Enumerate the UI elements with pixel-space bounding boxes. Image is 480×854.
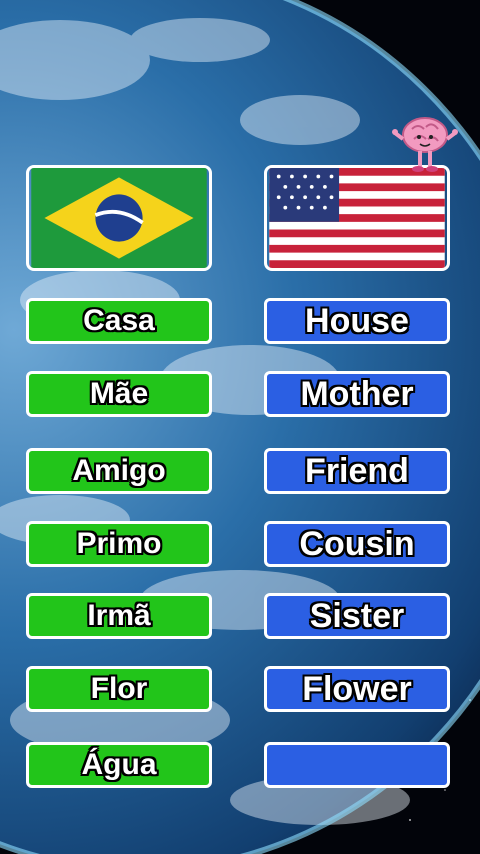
word-label: Cousin: [299, 524, 415, 563]
brain-mascot-icon: [392, 117, 458, 172]
word-box-english[interactable]: Flower: [264, 666, 450, 712]
word-label: Flower: [302, 669, 412, 708]
word-box-english[interactable]: Friend: [264, 448, 450, 494]
word-box-portuguese[interactable]: Mãe: [26, 371, 212, 417]
word-box-portuguese[interactable]: Irmã: [26, 593, 212, 639]
word-box-portuguese[interactable]: Flor: [26, 666, 212, 712]
word-box-portuguese[interactable]: Primo: [26, 521, 212, 567]
word-label: Friend: [305, 451, 409, 490]
word-label: Sister: [309, 596, 405, 635]
usa-flag-icon: [269, 168, 445, 268]
word-box-english[interactable]: Cousin: [264, 521, 450, 567]
word-label: Amigo: [72, 454, 166, 487]
word-label: Mother: [300, 374, 414, 413]
brazil-flag-icon: [31, 168, 207, 268]
word-box-english[interactable]: House: [264, 298, 450, 344]
word-box-portuguese[interactable]: Casa: [26, 298, 212, 344]
word-label: Casa: [83, 304, 155, 337]
word-box-english[interactable]: Sister: [264, 593, 450, 639]
word-box-english[interactable]: Mother: [264, 371, 450, 417]
word-label: Água: [81, 748, 157, 781]
brazil-flag: [26, 165, 212, 271]
usa-flag: [264, 165, 450, 271]
word-label: Primo: [76, 527, 162, 560]
word-label: Irmã: [87, 599, 151, 632]
word-box-english-empty[interactable]: [264, 742, 450, 788]
word-label: House: [305, 301, 409, 340]
word-label: Mãe: [89, 377, 149, 410]
word-box-portuguese[interactable]: Amigo: [26, 448, 212, 494]
word-label: Flor: [90, 672, 148, 705]
word-box-portuguese[interactable]: Água: [26, 742, 212, 788]
